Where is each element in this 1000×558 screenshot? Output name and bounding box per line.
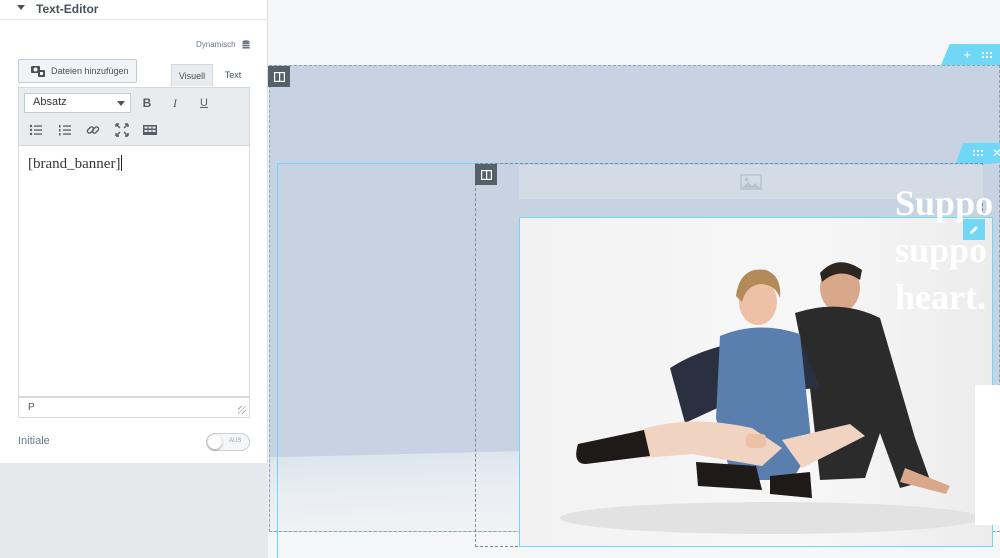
heading-line: heart.: [895, 277, 986, 317]
chevron-down-icon: [117, 101, 125, 106]
toggle-state-label: AUS: [229, 438, 242, 444]
tab-visual[interactable]: Visuell: [171, 64, 213, 86]
section-header-text-editor[interactable]: Text-Editor: [0, 0, 268, 20]
banner-heading[interactable]: Suppo suppo heart.: [895, 180, 1000, 321]
italic-icon[interactable]: I: [166, 94, 184, 112]
fullscreen-icon[interactable]: [113, 121, 131, 139]
drag-handle-icon[interactable]: [972, 149, 984, 157]
preview-canvas: + ✕ Suppo suppo heart.: [268, 0, 1000, 558]
format-select[interactable]: Absatz: [24, 93, 131, 113]
section-tab: +: [941, 44, 1000, 65]
close-icon[interactable]: ✕: [992, 146, 1000, 160]
caret-down-icon: [17, 5, 25, 10]
link-icon[interactable]: [84, 121, 102, 139]
editor-text: [brand_banner]: [28, 156, 121, 172]
side-panel-block: [975, 385, 1000, 525]
tab-text[interactable]: Text: [216, 64, 250, 86]
numbered-list-icon[interactable]: [56, 121, 74, 139]
initiale-toggle[interactable]: AUS: [206, 433, 250, 451]
columns-icon: [480, 169, 492, 180]
database-icon[interactable]: [242, 40, 250, 49]
editor-content: [brand_banner]: [28, 155, 123, 173]
image-icon: [740, 174, 762, 190]
text-cursor: [121, 155, 123, 171]
toolbar-toggle-icon[interactable]: [141, 121, 159, 139]
bold-icon[interactable]: B: [138, 94, 156, 112]
editor-panel: Text-Editor Dynamisch Dateien hinzufügen…: [0, 0, 268, 558]
column-handle[interactable]: [475, 164, 497, 185]
resize-handle-icon[interactable]: [238, 406, 246, 414]
pencil-icon: [970, 225, 978, 234]
add-media-button[interactable]: Dateien hinzufügen: [18, 59, 137, 83]
editor-content-area[interactable]: [brand_banner]: [18, 146, 250, 397]
dynamic-label[interactable]: Dynamisch: [196, 40, 236, 49]
section-handle[interactable]: [268, 66, 290, 87]
edit-widget-button[interactable]: [963, 219, 985, 240]
inner-section-tab: ✕: [956, 143, 1000, 163]
format-select-value: Absatz: [33, 96, 67, 108]
initiale-label: Initiale: [18, 435, 50, 447]
columns-icon: [273, 71, 285, 82]
panel-content: Text-Editor Dynamisch Dateien hinzufügen…: [0, 0, 268, 463]
toggle-knob: [208, 435, 222, 449]
status-path[interactable]: P: [28, 402, 35, 413]
add-media-label: Dateien hinzufügen: [51, 66, 129, 76]
add-media-icon: [31, 66, 45, 77]
bullet-list-icon[interactable]: [27, 121, 45, 139]
editor-toolbar: Absatz B I U: [18, 87, 250, 146]
editor-statusbar: P: [18, 397, 250, 418]
underline-icon[interactable]: U: [195, 94, 213, 112]
section-title: Text-Editor: [36, 2, 99, 16]
drag-handle-icon[interactable]: [981, 51, 993, 59]
add-section-icon[interactable]: +: [963, 47, 971, 62]
